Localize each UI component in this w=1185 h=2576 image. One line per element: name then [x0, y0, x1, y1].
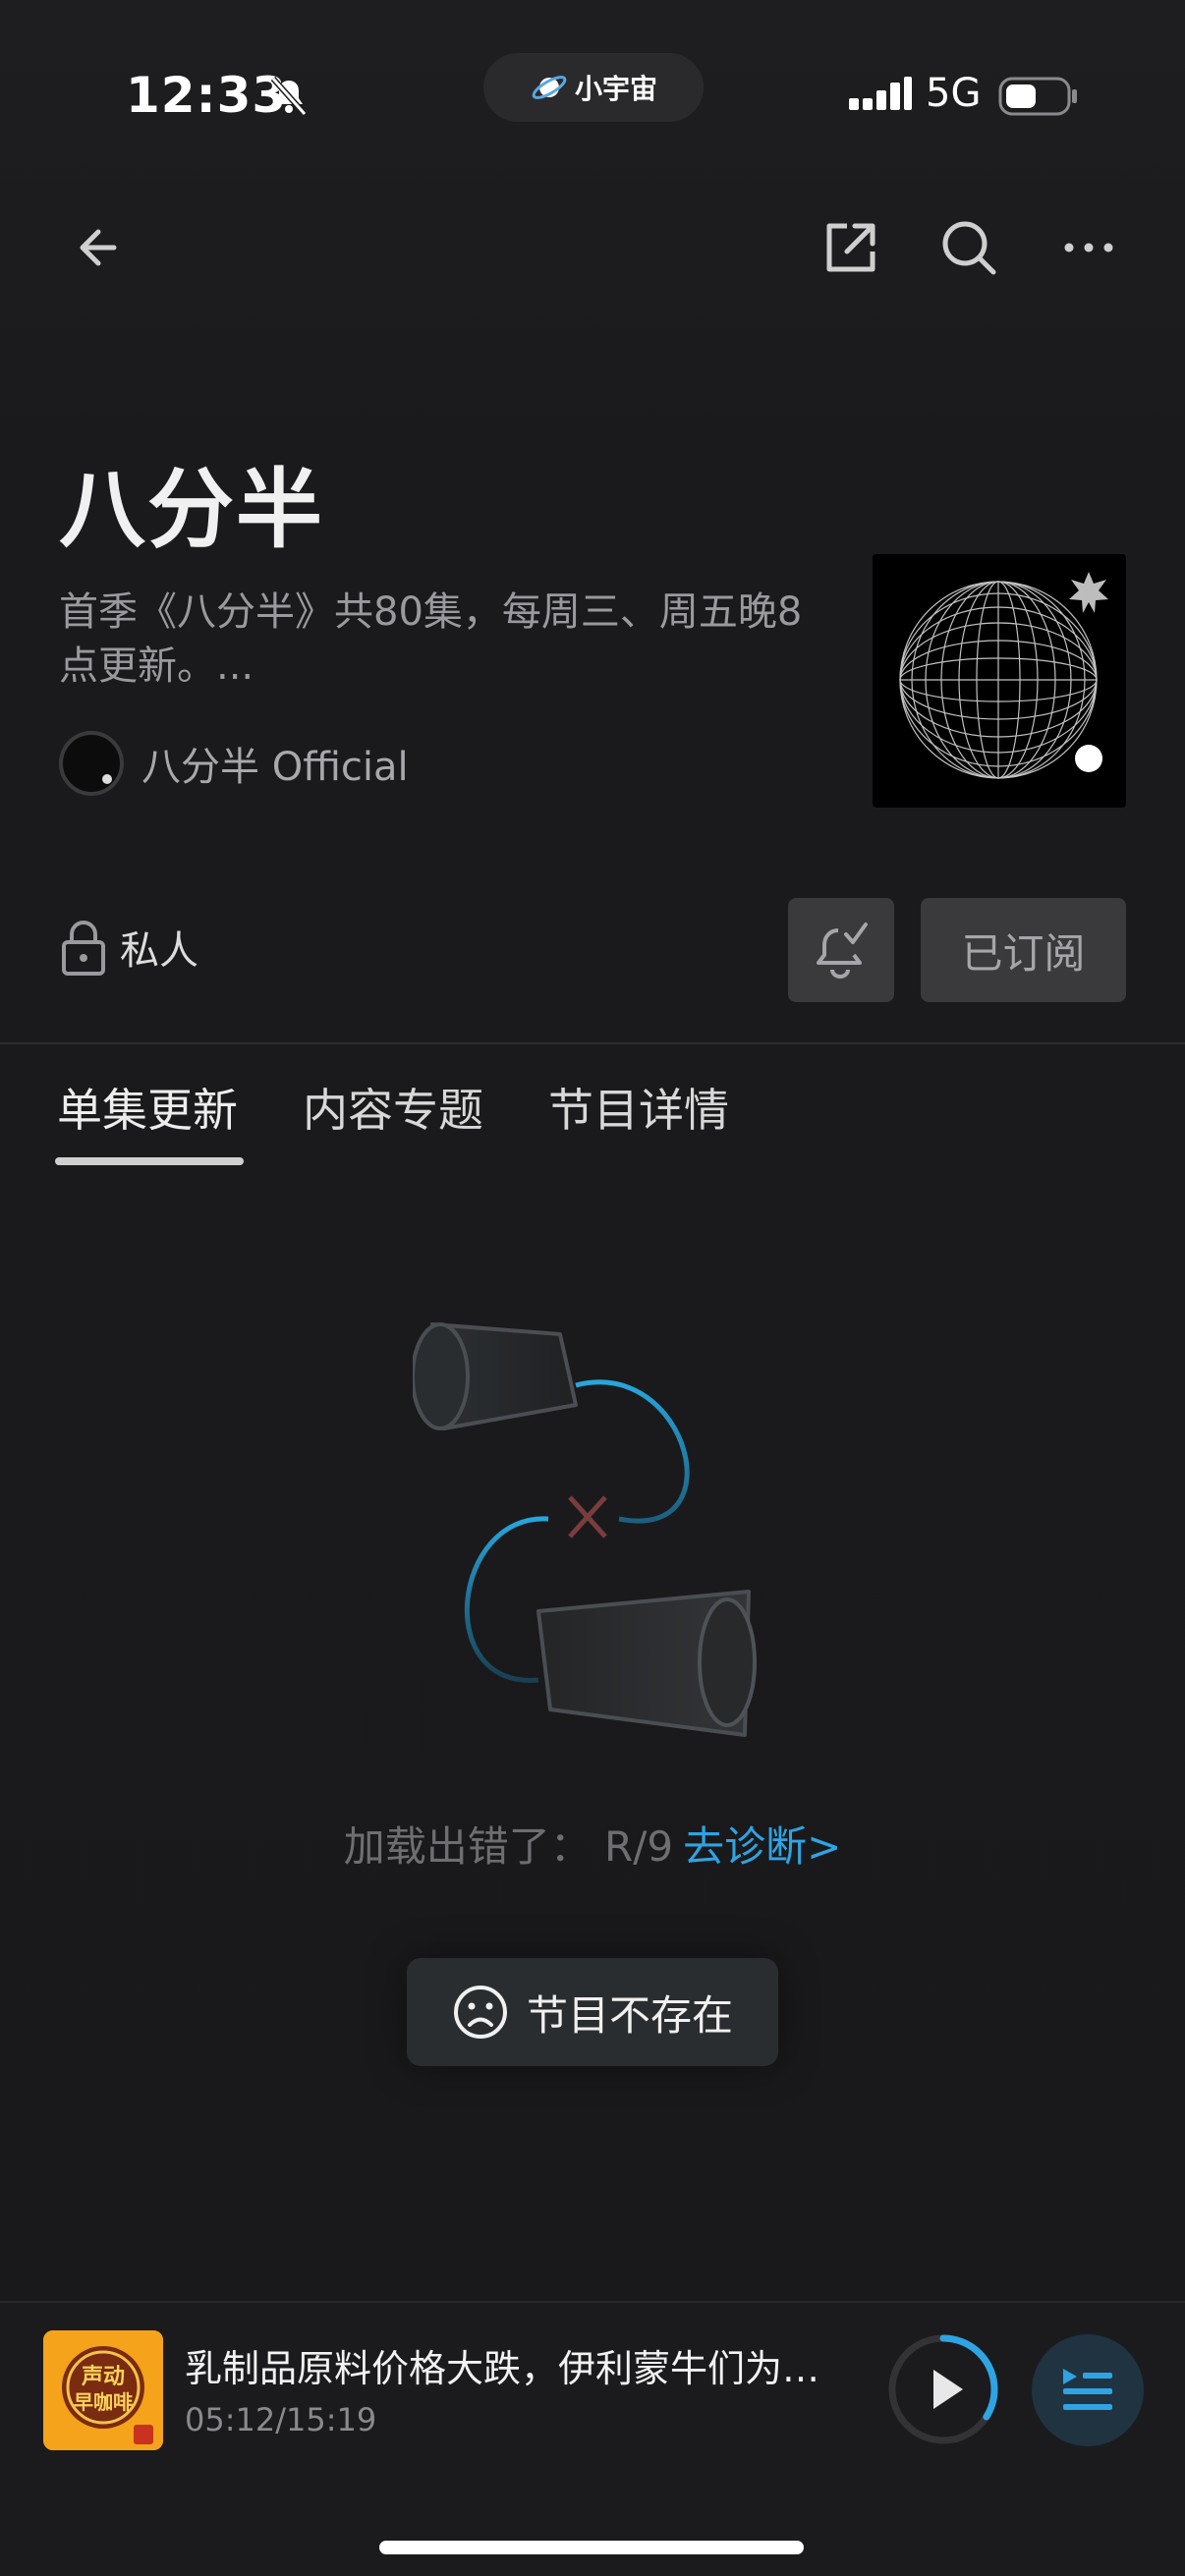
more-button[interactable]	[1051, 210, 1126, 285]
podcast-title: 八分半	[59, 459, 325, 560]
tab-episodes[interactable]: 单集更新	[57, 1075, 238, 1140]
bell-check-icon	[817, 923, 868, 979]
private-label: 私人	[120, 928, 198, 974]
search-button[interactable]	[931, 210, 1006, 285]
playlist-icon	[1063, 2369, 1112, 2410]
cover-artwork	[899, 572, 1108, 779]
back-button[interactable]	[57, 210, 132, 285]
episode-thumbnail[interactable]: 声动 早咖啡	[43, 2330, 163, 2450]
arrow-left-icon	[80, 229, 117, 266]
podcast-description[interactable]: 首季《八分半》共80集，每周三、周五晚8点更新。...	[59, 586, 806, 694]
subscribed-button[interactable]: 已订阅	[921, 898, 1126, 1002]
error-message-row: 加载出错了： R/9 去诊断>	[0, 1814, 1185, 1874]
error-text: 加载出错了： R/9	[343, 1822, 674, 1871]
section-divider	[0, 1042, 1185, 1044]
mini-player[interactable]: 声动 早咖啡 乳制品原料价格大跌，伊利蒙牛们为什么不降价 05:12/15:19	[0, 2301, 1185, 2576]
app-pill-label: 小宇宙	[574, 73, 657, 105]
play-icon	[933, 2370, 963, 2409]
podcast-page: 12:33 小宇宙 5G 八分半 首季《八分半》共80集，每周三、周五晚8点更新…	[0, 0, 1185, 2576]
episode-time: 05:12/15:19	[185, 2401, 377, 2438]
notification-button[interactable]	[788, 898, 894, 1002]
episode-title[interactable]: 乳制品原料价格大跌，伊利蒙牛们为什么不降价	[185, 2338, 843, 2392]
search-icon	[942, 221, 996, 275]
lock-icon	[62, 921, 105, 976]
author-name: 八分半 Official	[141, 745, 409, 790]
broken-connection-illustration	[413, 1322, 757, 1737]
toast-message: 节目不存在	[407, 1958, 778, 2066]
battery-icon	[998, 77, 1077, 116]
play-button[interactable]	[884, 2330, 1002, 2448]
share-external-icon	[826, 223, 875, 272]
sad-face-icon	[453, 1986, 507, 2039]
more-dots-icon	[1064, 243, 1113, 252]
tab-topics[interactable]: 内容专题	[303, 1075, 483, 1140]
app-island-pill[interactable]: 小宇宙	[483, 53, 704, 122]
private-indicator: 私人	[61, 916, 198, 979]
toast-text: 节目不存在	[526, 1990, 733, 2040]
podcast-cover[interactable]	[873, 554, 1126, 808]
episode-thumbnail-art: 声动 早咖啡	[43, 2330, 163, 2450]
planet-icon	[532, 76, 567, 99]
tab-active-indicator	[55, 1157, 244, 1165]
tab-details[interactable]: 节目详情	[548, 1075, 729, 1140]
bell-muted-icon	[270, 77, 308, 116]
share-button[interactable]	[814, 210, 888, 285]
author-avatar	[59, 731, 124, 796]
status-bar: 12:33 小宇宙 5G	[0, 0, 1185, 187]
signal-icon	[849, 77, 912, 110]
network-type: 5G	[926, 71, 982, 116]
status-time: 12:33	[126, 67, 288, 124]
author-row[interactable]: 八分半 Official	[59, 729, 409, 798]
playlist-button[interactable]	[1032, 2334, 1144, 2446]
home-indicator	[379, 2541, 804, 2554]
thumb-text-bottom: 早咖啡	[74, 2390, 133, 2414]
diagnose-link[interactable]: 去诊断>	[683, 1822, 841, 1871]
thumb-text-top: 声动	[81, 2365, 125, 2389]
